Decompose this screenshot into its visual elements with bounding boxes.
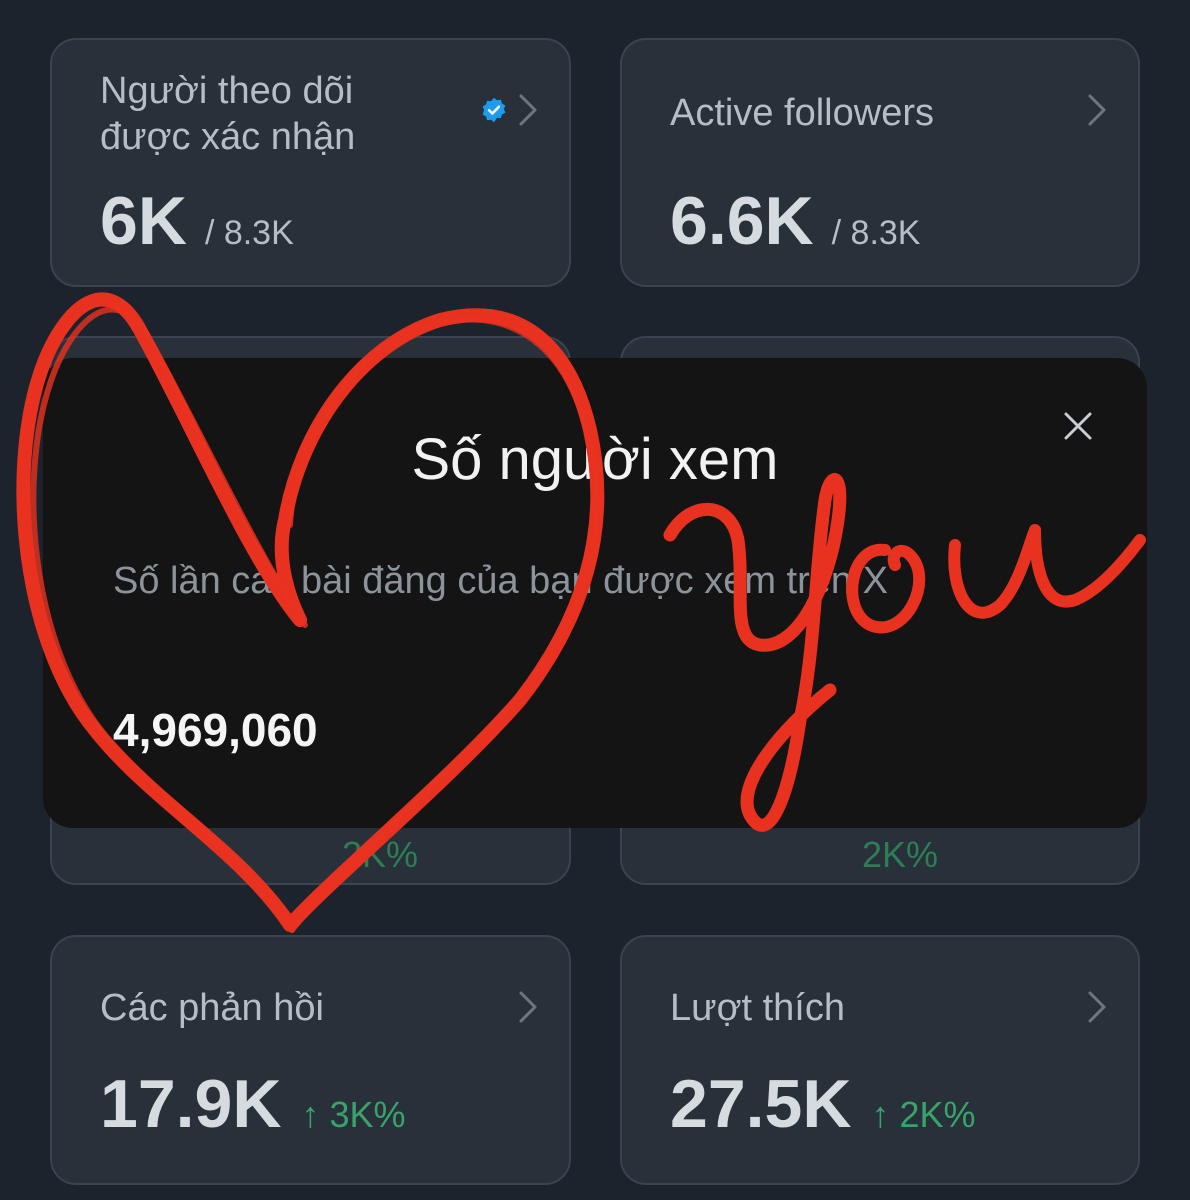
card-delta-value: 2K% [899,1094,976,1135]
chevron-right-icon [519,94,537,126]
active-followers-card[interactable]: Active followers 6.6K / 8.3K [620,38,1140,287]
likes-card[interactable]: Lượt thích 27.5K ↑ 2K% [620,935,1140,1185]
verified-followers-card[interactable]: Người theo dõi được xác nhận 6K / 8.3K [50,38,571,287]
card-delta: 2K% [342,834,419,875]
modal-title: Số người xem [411,427,779,492]
card-delta: ↑ 3K% [301,1094,406,1135]
chevron-right-icon [1088,94,1106,126]
card-total: / 8.3K [204,214,294,252]
chevron-right-icon [1088,991,1106,1023]
modal-description: Số lần các bài đăng của bạn được xem trê… [113,560,888,602]
card-delta: 2K% [862,834,939,875]
modal-value: 4,969,060 [113,704,318,756]
chevron-right-icon [519,991,537,1023]
card-value-row: 27.5K ↑ 2K% [670,1065,976,1143]
card-value: 6.6K [670,183,814,259]
card-value-row: 6.6K / 8.3K [670,182,920,260]
card-title: Active followers [670,92,934,134]
card-total: / 8.3K [831,214,921,252]
card-delta: ↑ 2K% [871,1094,976,1135]
replies-card[interactable]: Các phản hồi 17.9K ↑ 3K% [50,935,571,1185]
viewers-modal: Số người xem Số lần các bài đăng của bạn… [43,358,1147,828]
card-value: 27.5K [670,1066,852,1142]
card-delta-value: 3K% [329,1094,406,1135]
card-title: Lượt thích [670,987,845,1029]
card-value: 17.9K [100,1066,282,1142]
card-title: Các phản hồi [100,987,324,1029]
card-value-row: 17.9K ↑ 3K% [100,1065,406,1143]
card-title: Người theo dõi được xác nhận [100,70,356,158]
close-icon[interactable] [1058,406,1098,446]
verified-badge-icon [482,97,506,123]
card-value: 6K [100,183,187,259]
card-value-row: 6K / 8.3K [100,182,294,260]
